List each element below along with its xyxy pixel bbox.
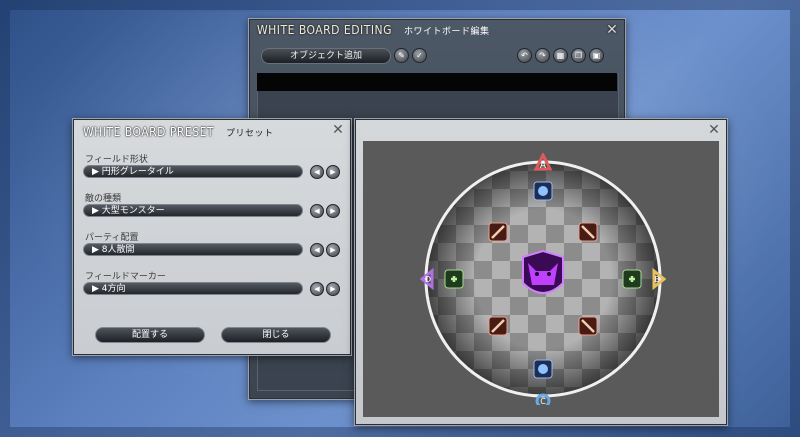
dps-3-icon[interactable] [488, 316, 508, 336]
editing-title-jp: ホワイトボード編集 [403, 27, 490, 37]
editing-close-icon[interactable]: ✕ [605, 23, 619, 37]
field-shape-value: 円形グレータイル [101, 167, 174, 177]
tank-1-icon[interactable] [533, 181, 553, 201]
field-marker-value: 4方向 [101, 284, 126, 294]
grid-icon[interactable]: ▦ [553, 48, 568, 63]
copy-icon[interactable]: ❐ [571, 48, 586, 63]
field-shape-prev-icon[interactable]: ◀ [310, 165, 324, 179]
party-layout-next-icon[interactable]: ▶ [326, 243, 340, 257]
marker-a-icon[interactable]: A [533, 153, 553, 171]
enemy-type-select[interactable]: ▶ 大型モンスター [83, 204, 303, 217]
marker-b-icon[interactable]: B [652, 267, 666, 291]
save-icon[interactable]: ▣ [589, 48, 604, 63]
field-marker-next-icon[interactable]: ▶ [326, 282, 340, 296]
undo-icon[interactable]: ↶ [517, 48, 532, 63]
field-close-icon[interactable]: ✕ [707, 123, 721, 137]
boss-monster-icon[interactable] [522, 249, 564, 294]
field-preview-window: ✕ A B C D [354, 118, 728, 426]
preset-title: WHITE BOARD PRESET プリセット [83, 125, 274, 139]
enemy-type-label: 敵の種類 [85, 194, 122, 204]
party-layout-prev-icon[interactable]: ◀ [310, 243, 324, 257]
marker-b-label: B [654, 275, 660, 284]
preset-close-icon[interactable]: ✕ [331, 123, 345, 137]
editing-black-bar [257, 73, 617, 91]
marker-a-label: A [540, 161, 547, 171]
field-marker-select[interactable]: ▶ 4方向 [83, 282, 303, 295]
marker-d-icon[interactable]: D [420, 267, 434, 291]
healer-1-icon[interactable] [444, 269, 464, 289]
enemy-type-next-icon[interactable]: ▶ [326, 204, 340, 218]
whiteboard-preset-window: WHITE BOARD PRESET プリセット ✕ フィールド形状 ▶ 円形グ… [72, 118, 352, 356]
redo-icon[interactable]: ↷ [535, 48, 550, 63]
edit-icon[interactable]: ✎ [394, 48, 409, 63]
healer-2-icon[interactable] [622, 269, 642, 289]
whiteboard-board: A B C D [363, 141, 719, 417]
arena-svg: A B C D [420, 153, 666, 405]
party-layout-label: パーティ配置 [85, 233, 139, 243]
editing-title: WHITE BOARD EDITING ホワイトボード編集 [257, 23, 489, 37]
dps-4-icon[interactable] [578, 316, 598, 336]
close-button[interactable]: 閉じる [221, 327, 331, 343]
field-shape-next-icon[interactable]: ▶ [326, 165, 340, 179]
confirm-icon[interactable]: ✓ [412, 48, 427, 63]
preset-title-en: WHITE BOARD PRESET [83, 125, 215, 139]
enemy-type-prev-icon[interactable]: ◀ [310, 204, 324, 218]
dps-1-icon[interactable] [488, 222, 508, 242]
party-layout-select[interactable]: ▶ 8人散開 [83, 243, 303, 256]
dps-2-icon[interactable] [578, 222, 598, 242]
marker-d-label: D [425, 275, 431, 284]
preset-title-jp: プリセット [226, 129, 274, 139]
marker-c-icon[interactable]: C [535, 393, 551, 405]
place-button[interactable]: 配置する [95, 327, 205, 343]
add-object-button[interactable]: オブジェクト追加 [261, 48, 391, 64]
field-shape-label: フィールド形状 [85, 155, 148, 165]
enemy-type-value: 大型モンスター [101, 206, 165, 216]
field-shape-select[interactable]: ▶ 円形グレータイル [83, 165, 303, 178]
field-marker-prev-icon[interactable]: ◀ [310, 282, 324, 296]
marker-c-label: C [540, 397, 546, 405]
field-marker-label: フィールドマーカー [85, 272, 166, 282]
tank-2-icon[interactable] [533, 359, 553, 379]
party-layout-value: 8人散開 [101, 245, 135, 255]
editing-title-en: WHITE BOARD EDITING [257, 23, 392, 37]
